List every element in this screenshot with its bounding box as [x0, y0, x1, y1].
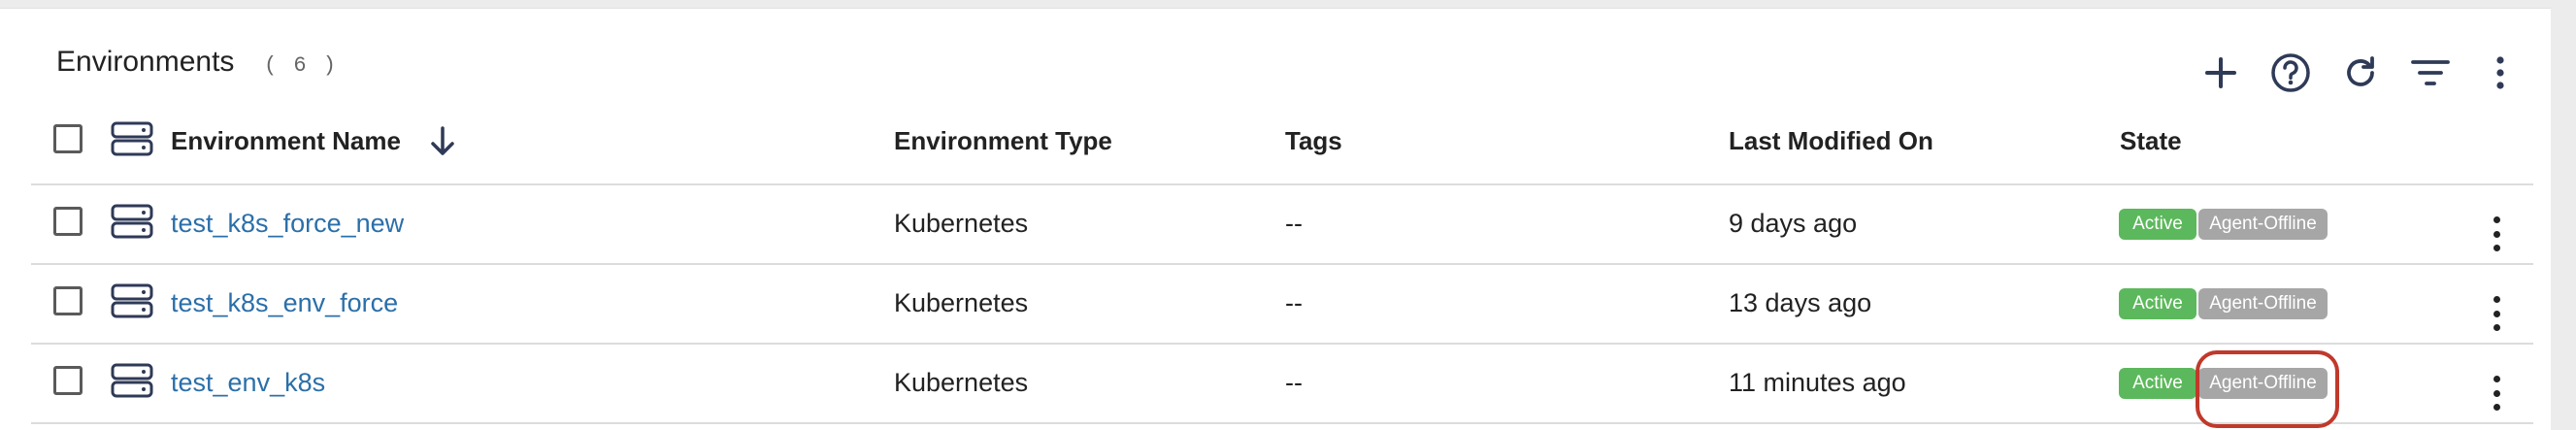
last-modified: 11 minutes ago: [1729, 368, 1906, 397]
last-modified: 9 days ago: [1729, 209, 1858, 238]
environment-count: ( 6 ): [264, 53, 339, 78]
row-actions-icon[interactable]: [2482, 292, 2511, 335]
filter-icon[interactable]: [2407, 50, 2454, 96]
row-actions-icon[interactable]: [2482, 213, 2511, 255]
divider: [31, 422, 2533, 424]
environment-name-link[interactable]: test_k8s_env_force: [171, 288, 398, 318]
sort-down-icon[interactable]: [427, 125, 458, 158]
environment-name-link[interactable]: test_env_k8s: [171, 368, 325, 398]
status-badge-agent-offline: Agent-Offline: [2198, 288, 2328, 319]
status-badge-active: Active: [2119, 368, 2196, 399]
divider: [31, 343, 2533, 345]
last-modified: 13 days ago: [1729, 288, 1872, 317]
server-icon: [111, 204, 153, 239]
column-header-tags[interactable]: Tags: [1285, 126, 1342, 156]
status-badge-active: Active: [2119, 288, 2196, 319]
environment-type: Kubernetes: [894, 209, 1029, 238]
status-badge-active: Active: [2119, 209, 2196, 240]
toolbar: [2197, 50, 2527, 96]
row-actions-icon[interactable]: [2482, 372, 2511, 414]
row-checkbox[interactable]: [53, 207, 83, 236]
environments-panel: Environments ( 6 ) Environment Name Envi…: [0, 8, 2551, 430]
environment-name-link[interactable]: test_k8s_force_new: [171, 209, 404, 239]
tags-value: --: [1285, 288, 1303, 317]
server-icon: [111, 363, 153, 398]
column-header-last-modified[interactable]: Last Modified On: [1729, 126, 1933, 156]
select-all-checkbox[interactable]: [53, 124, 83, 153]
server-icon: [111, 121, 153, 156]
divider: [31, 183, 2533, 185]
row-checkbox[interactable]: [53, 366, 83, 395]
environment-type: Kubernetes: [894, 368, 1029, 397]
tags-value: --: [1285, 368, 1303, 397]
plus-icon[interactable]: [2197, 50, 2244, 96]
highlight-annotation: [2196, 350, 2339, 428]
column-header-environment-name[interactable]: Environment Name: [171, 126, 401, 156]
help-icon[interactable]: [2267, 50, 2314, 96]
page-title: Environments: [56, 46, 235, 78]
more-vertical-icon[interactable]: [2477, 50, 2524, 96]
tags-value: --: [1285, 209, 1303, 238]
divider: [31, 263, 2533, 265]
environment-type: Kubernetes: [894, 288, 1029, 317]
column-header-state[interactable]: State: [2120, 126, 2182, 156]
server-icon: [111, 283, 153, 318]
row-checkbox[interactable]: [53, 286, 83, 315]
refresh-icon[interactable]: [2337, 50, 2384, 96]
column-header-environment-type[interactable]: Environment Type: [894, 126, 1112, 156]
status-badge-agent-offline: Agent-Offline: [2198, 209, 2328, 240]
